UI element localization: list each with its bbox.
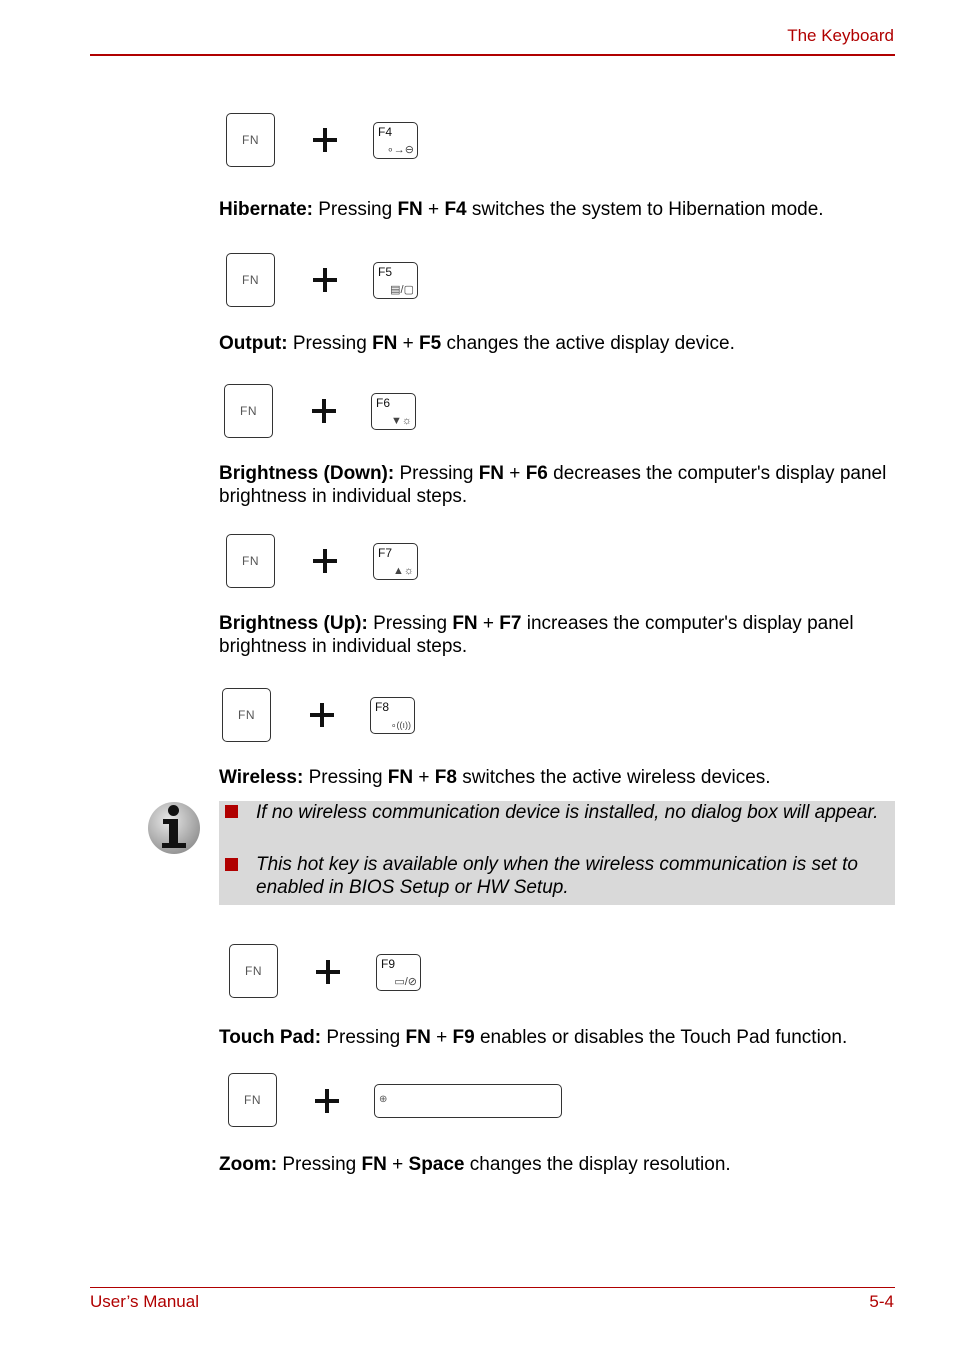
brightness-down-description: Brightness (Down): Pressing FN + F6 decr…	[219, 462, 899, 508]
output-description: Output: Pressing FN + F5 changes the act…	[219, 332, 899, 355]
key-name: FN	[397, 199, 423, 220]
f5-key-label: F5	[378, 265, 393, 279]
f4-key-image: F4 ∘→⊖	[373, 122, 418, 159]
f6-key-label: F6	[376, 396, 391, 410]
plus-icon	[313, 268, 337, 292]
f4-key-label: F4	[378, 125, 393, 139]
f9-key-image: F9 ▭/⊘	[376, 954, 421, 991]
header-rule	[90, 54, 895, 56]
text: Pressing	[312, 199, 398, 220]
key-name: F8	[434, 767, 457, 788]
text: enables or disables the Touch Pad functi…	[474, 1027, 848, 1048]
note-item: This hot key is available only when the …	[256, 854, 858, 898]
f7-key-label: F7	[378, 546, 393, 560]
f8-key-image: F8 ∘((ı))	[370, 697, 415, 734]
note-item: If no wireless communication device is i…	[256, 802, 879, 823]
wireless-description: Wireless: Pressing FN + F8 switches the …	[219, 766, 899, 789]
fn-key-image: FN	[226, 113, 275, 167]
key-name: F7	[499, 613, 522, 634]
term: Output:	[219, 333, 288, 354]
display-output-icon: ▤/▢	[390, 284, 414, 296]
key-name: FN	[452, 613, 478, 634]
touchpad-icon: ▭/⊘	[394, 976, 417, 988]
wireless-icon: ∘((ı))	[390, 720, 411, 730]
note-box: If no wireless communication device is i…	[219, 801, 895, 905]
text: switches the system to Hibernation mode.	[466, 199, 824, 220]
plus-icon	[312, 399, 336, 423]
text: Pressing	[277, 1154, 362, 1175]
fn-key-image: FN	[226, 534, 275, 588]
text: switches the active wireless devices.	[456, 767, 771, 788]
zoom-icon: ⊕	[379, 1094, 388, 1105]
fn-key-image: FN	[226, 253, 275, 307]
key-name: FN	[361, 1154, 387, 1175]
text: Pressing	[303, 767, 388, 788]
plus-icon	[310, 703, 334, 727]
term: Touch Pad:	[219, 1027, 322, 1048]
key-name: F6	[525, 463, 548, 484]
hibernate-description: Hibernate: Pressing FN + F4 switches the…	[219, 198, 899, 221]
fn-key-image: FN	[222, 688, 271, 742]
key-name: FN	[387, 767, 414, 788]
f9-key-label: F9	[381, 957, 396, 971]
f7-key-image: F7 ▲☼	[373, 543, 418, 580]
text: Pressing	[321, 1027, 406, 1048]
text: +	[397, 333, 420, 354]
key-name: F4	[444, 199, 467, 220]
key-name: FN	[478, 463, 505, 484]
key-name: F5	[419, 333, 442, 354]
header-title: The Keyboard	[787, 26, 894, 45]
text: +	[386, 1154, 409, 1175]
key-name: FN	[372, 333, 398, 354]
zoom-description: Zoom: Pressing FN + Space changes the di…	[219, 1153, 899, 1176]
f5-key-image: F5 ▤/▢	[373, 262, 418, 299]
plus-icon	[315, 1089, 339, 1113]
fn-key-image: FN	[228, 1073, 277, 1127]
text: +	[430, 1027, 453, 1048]
touchpad-description: Touch Pad: Pressing FN + F9 enables or d…	[219, 1026, 899, 1049]
text: +	[504, 463, 526, 484]
plus-icon	[313, 128, 337, 152]
plus-icon	[316, 960, 340, 984]
text: changes the display resolution.	[464, 1154, 731, 1175]
bullet-icon	[225, 858, 238, 871]
term: Brightness (Up):	[219, 613, 368, 634]
space-key-image: ⊕	[374, 1084, 562, 1118]
brightness-up-icon: ▲☼	[393, 565, 414, 577]
text: +	[413, 767, 435, 788]
text: Pressing	[394, 463, 479, 484]
text: +	[477, 613, 500, 634]
text: Pressing	[367, 613, 453, 634]
key-name: F9	[452, 1027, 475, 1048]
term: Zoom:	[219, 1154, 278, 1175]
term: Wireless:	[219, 767, 304, 788]
term: Hibernate:	[219, 199, 313, 220]
f8-key-label: F8	[375, 700, 390, 714]
term: Brightness (Down):	[219, 463, 395, 484]
brightness-up-description: Brightness (Up): Pressing FN + F7 increa…	[219, 612, 899, 658]
f6-key-image: F6 ▼☼	[371, 393, 416, 430]
text: +	[422, 199, 445, 220]
text: Pressing	[287, 333, 373, 354]
footer-manual-title: User’s Manual	[90, 1292, 199, 1311]
bullet-icon	[225, 805, 238, 818]
text: changes the active display device.	[441, 333, 735, 354]
key-name: FN	[405, 1027, 431, 1048]
info-icon	[148, 802, 200, 854]
brightness-down-icon: ▼☼	[391, 415, 412, 427]
fn-key-image: FN	[224, 384, 273, 438]
key-name: Space	[408, 1154, 465, 1175]
fn-key-image: FN	[229, 944, 278, 998]
plus-icon	[313, 549, 337, 573]
page-number: 5-4	[869, 1292, 894, 1311]
footer-rule	[90, 1287, 895, 1288]
hibernate-icon: ∘→⊖	[386, 144, 414, 156]
